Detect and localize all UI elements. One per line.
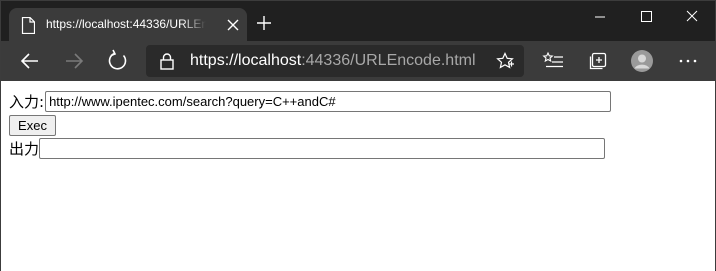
url-host: localhost	[238, 52, 302, 69]
browser-toolbar: https://localhost:44336/URLEncode.html	[1, 41, 715, 81]
input-row: 入力: http://www.ipentec.com/search?query=…	[9, 91, 612, 112]
input-textbox[interactable]: http://www.ipentec.com/search?query=C++a…	[45, 91, 612, 112]
window-close-icon[interactable]	[669, 1, 715, 33]
address-bar[interactable]: https://localhost:44336/URLEncode.html	[146, 45, 524, 77]
lock-icon[interactable]	[160, 53, 174, 70]
add-favorite-icon[interactable]	[496, 52, 514, 70]
back-icon[interactable]	[18, 49, 42, 73]
reading-list-icon[interactable]	[542, 49, 566, 73]
input-label: 入力:	[9, 93, 45, 111]
more-options-icon[interactable]	[676, 49, 700, 73]
new-tab-icon[interactable]	[255, 14, 273, 32]
tab-title: https://localhost:44336/URLEncode.html	[46, 17, 206, 31]
tab-close-icon[interactable]	[225, 17, 241, 33]
tab-strip: https://localhost:44336/URLEncode.html	[1, 1, 715, 41]
page-content: 入力: http://www.ipentec.com/search?query=…	[1, 81, 715, 271]
output-label: 出力	[9, 140, 40, 158]
page-icon	[21, 17, 35, 34]
url-text[interactable]: https://localhost:44336/URLEncode.html	[190, 52, 476, 70]
profile-avatar-icon[interactable]	[630, 49, 654, 73]
output-textbox[interactable]	[39, 138, 606, 159]
output-row: 出力	[9, 138, 606, 159]
forward-icon[interactable]	[62, 49, 86, 73]
minimize-icon[interactable]	[577, 1, 623, 33]
url-scheme: https://	[190, 52, 239, 69]
exec-button[interactable]: Exec	[9, 115, 56, 136]
url-path: :44336/URLEncode.html	[301, 52, 476, 69]
browser-tab[interactable]: https://localhost:44336/URLEncode.html	[9, 8, 247, 41]
collections-icon[interactable]	[586, 49, 610, 73]
browser-window: https://localhost:44336/URLEncode.html	[0, 0, 716, 271]
maximize-icon[interactable]	[623, 1, 669, 33]
refresh-icon[interactable]	[106, 49, 130, 73]
